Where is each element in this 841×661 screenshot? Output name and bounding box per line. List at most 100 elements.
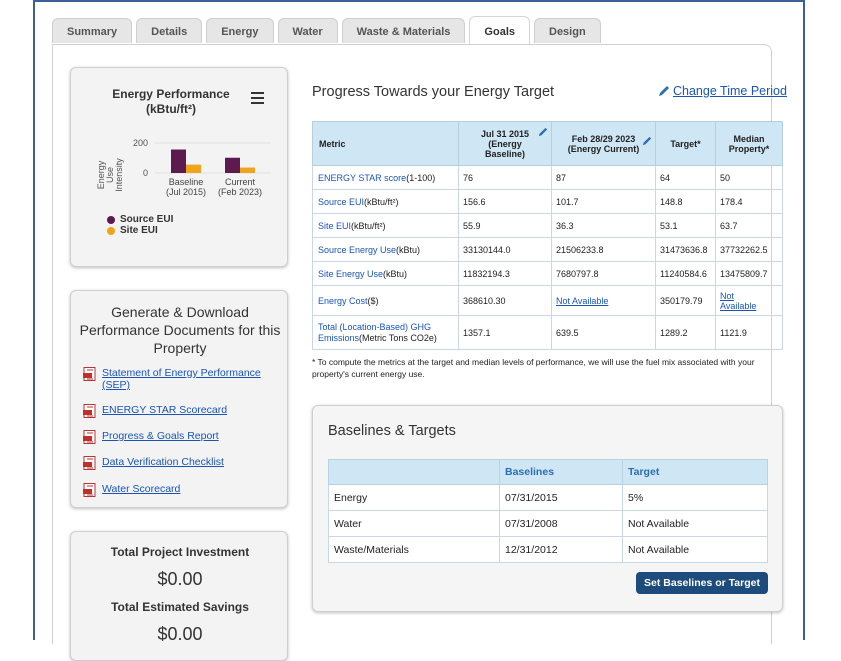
tab-goals[interactable]: Goals [469, 16, 530, 44]
baseline-value: 368610.30 [458, 285, 552, 316]
metric-unit: (kBtu) [383, 268, 408, 279]
change-time-period-link[interactable]: Change Time Period [658, 84, 787, 98]
baseline-value: 11832194.3 [458, 261, 552, 286]
median-value: 178.4 [715, 189, 783, 214]
data-verification-link[interactable]: Data Verification Checklist [102, 456, 224, 468]
metric-unit: (kBtu/ft²) [351, 220, 386, 231]
bar-site-eui[interactable] [240, 167, 255, 173]
metric-link[interactable]: Source EUI [318, 197, 364, 207]
baselines-header: Baselines [499, 459, 623, 485]
metrics-header-row: Metric Jul 31 2015 (Energy Baseline) Feb… [312, 121, 783, 166]
baseline-value: 55.9 [458, 213, 552, 238]
tab-details[interactable]: Details [136, 18, 203, 43]
x-tick-label: Baseline [169, 177, 204, 187]
metric-link[interactable]: Site Energy Use [318, 269, 383, 279]
metric-unit: ($) [367, 295, 379, 306]
not-available-link[interactable]: Not Available [720, 291, 760, 311]
savings-value: $0.00 [157, 624, 203, 644]
progress-title: Progress Towards your Energy Target [312, 84, 555, 100]
tab-water[interactable]: Water [277, 18, 338, 43]
y-tick-label: 200 [133, 138, 148, 148]
footnote: * To compute the metrics at the target a… [312, 357, 755, 379]
baseline-header: Jul 31 2015 (Energy Baseline) [458, 121, 552, 166]
sep-link[interactable]: Statement of Energy Performance (SEP) [102, 367, 262, 391]
metric-name[interactable]: Energy Cost($) [312, 285, 459, 316]
bar-source-eui[interactable] [171, 149, 186, 173]
current-value: 101.7 [551, 189, 656, 214]
x-tick-label: (Jul 2015) [166, 187, 206, 197]
energy-performance-card: Energy Performance (kBtu/ft²) Energy Use… [70, 67, 288, 267]
bar-site-eui[interactable] [186, 164, 201, 173]
metric-name[interactable]: Total (Location-Based) GHG Emissions(Met… [312, 315, 459, 350]
metric-name[interactable]: Site Energy Use(kBtu) [312, 261, 459, 286]
target-value: 64 [655, 165, 716, 190]
target-value: 31473636.8 [655, 237, 716, 262]
legend-label-site: Site EUI [120, 225, 158, 236]
tab-energy[interactable]: Energy [206, 18, 274, 43]
metric-name[interactable]: Site EUI(kBtu/ft²) [312, 213, 459, 238]
tab-waste-materials[interactable]: Waste & Materials [341, 18, 466, 43]
baseline-value: 76 [458, 165, 552, 190]
baseline-date: 07/31/2008 [499, 510, 623, 537]
baseline-date: 07/31/2015 [499, 484, 623, 511]
metric-link[interactable]: Energy Cost [318, 296, 368, 306]
metric-link[interactable]: Source Energy Use [318, 245, 396, 255]
edit-current-pencil-icon[interactable] [642, 136, 652, 146]
edit-baseline-pencil-icon[interactable] [538, 127, 548, 137]
current-value: 639.5 [551, 315, 656, 350]
savings-label: Total Estimated Savings [111, 600, 249, 614]
progress-goals-report-link[interactable]: Progress & Goals Report [102, 430, 219, 442]
target-value: 1289.2 [655, 315, 716, 350]
table-row: Energy 07/31/2015 5% [328, 484, 768, 511]
water-scorecard-link[interactable]: Water Scorecard [102, 483, 180, 495]
baselines-table: Baselines Target Energy 07/31/2015 5% Wa… [328, 459, 768, 563]
investment-label: Total Project Investment [110, 545, 250, 559]
x-tick-label: Current [225, 177, 256, 187]
legend-swatch-site [107, 226, 115, 235]
table-row: Waste/Materials 12/31/2012 Not Available [328, 536, 768, 563]
median-value: Not Available [715, 285, 783, 316]
median-value: 37732262.5 [715, 237, 783, 262]
table-row: Source EUI(kBtu/ft²) 156.6 101.7 148.8 1… [312, 189, 783, 214]
table-row: ENERGY STAR score(1-100) 76 87 64 50 [312, 165, 783, 190]
set-baselines-button[interactable]: Set Baselines or Target [636, 572, 768, 594]
energy-performance-chart: Energy Use Intensity 0200Baseline(Jul 20… [96, 138, 271, 197]
tab-design[interactable]: Design [534, 18, 601, 43]
doc-link-sep[interactable]: Statement of Energy Performance (SEP) [83, 367, 262, 391]
metric-link[interactable]: Site EUI [318, 221, 351, 231]
median-value: 1121.9 [715, 315, 783, 350]
not-available-link[interactable]: Not Available [556, 296, 608, 306]
change-time-period-label: Change Time Period [673, 84, 787, 98]
doc-link-scorecard[interactable]: ENERGY STAR Scorecard [83, 404, 227, 418]
metric-unit: (1-100) [406, 172, 436, 183]
tab-summary[interactable]: Summary [52, 18, 133, 43]
bar-source-eui[interactable] [225, 157, 240, 173]
metric-unit: (Metric Tons CO2e) [359, 332, 437, 343]
baseline-header-line2: (Energy [488, 138, 522, 149]
metric-name[interactable]: ENERGY STAR score(1-100) [312, 165, 459, 190]
resource-name: Waste/Materials [328, 536, 500, 563]
pdf-icon [83, 456, 96, 470]
legend-source-eui[interactable]: Source EUI [107, 214, 173, 225]
metric-link[interactable]: ENERGY STAR score [318, 173, 406, 183]
table-row: Source Energy Use(kBtu) 33130144.0 21506… [312, 237, 783, 262]
target-header: Target* [655, 121, 716, 166]
resource-name: Energy [328, 484, 500, 511]
doc-link-progress[interactable]: Progress & Goals Report [83, 430, 219, 444]
metric-name[interactable]: Source EUI(kBtu/ft²) [312, 189, 459, 214]
tab-bar: Summary Details Energy Water Waste & Mat… [52, 16, 605, 44]
baseline-value: 156.6 [458, 189, 552, 214]
target-value: Not Available [622, 510, 768, 537]
doc-link-water[interactable]: Water Scorecard [83, 483, 180, 497]
metric-name[interactable]: Source Energy Use(kBtu) [312, 237, 459, 262]
baseline-header-line1: Jul 31 2015 [480, 128, 530, 139]
target-value: 5% [622, 484, 768, 511]
target-value: 148.8 [655, 189, 716, 214]
current-header-line2: (Energy Current) [567, 143, 640, 154]
doc-link-verification[interactable]: Data Verification Checklist [83, 456, 224, 470]
legend-site-eui[interactable]: Site EUI [107, 225, 173, 236]
x-tick-label: (Feb 2023) [218, 187, 262, 197]
energy-star-scorecard-link[interactable]: ENERGY STAR Scorecard [102, 404, 227, 416]
metric-unit: (kBtu/ft²) [364, 196, 399, 207]
pencil-icon [659, 86, 669, 96]
